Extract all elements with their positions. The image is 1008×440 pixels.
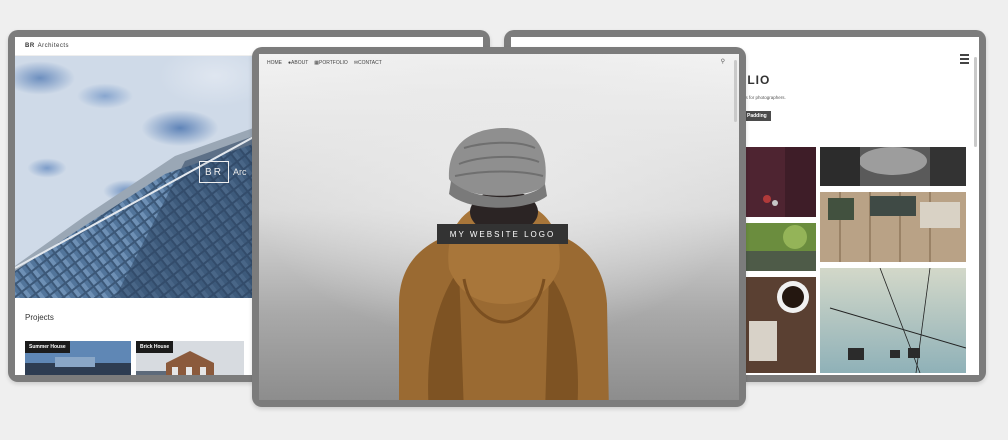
thumb-label: Brick House: [136, 341, 174, 353]
hero-logo-word: Arc: [233, 167, 247, 177]
nav-home[interactable]: HOME: [267, 60, 282, 66]
hero-logo-box: BR: [199, 161, 229, 183]
project-thumb-summer-house[interactable]: Summer House: [25, 341, 131, 375]
photo-foggy-forest: [820, 147, 966, 186]
photo-coffee-cup: [745, 277, 816, 373]
photo-tile-typewriter[interactable]: [820, 192, 966, 262]
nav-label: ABOUT: [291, 60, 309, 66]
nav-label: HOME: [267, 60, 282, 66]
nav-label: PORTFOLIO: [319, 60, 348, 66]
center-template-frame[interactable]: HOME ●ABOUT ▦PORTFOLIO ✉CONTACT ⚲ MY WEB…: [252, 47, 746, 407]
nav-portfolio[interactable]: ▦PORTFOLIO: [314, 60, 348, 66]
projects-heading: Projects: [25, 313, 54, 322]
hamburger-menu-icon[interactable]: [960, 54, 969, 66]
photo-tile-leaves[interactable]: [745, 223, 816, 271]
website-logo-box: MY WEBSITE LOGO: [437, 224, 568, 244]
photo-cable-car: [820, 268, 966, 373]
photo-typewriter-desk: [820, 192, 966, 262]
nav-label: CONTACT: [358, 60, 382, 66]
top-navigation: HOME ●ABOUT ▦PORTFOLIO ✉CONTACT: [267, 60, 382, 66]
photo-tile-coffee[interactable]: [745, 277, 816, 373]
photo-tile-cable-car[interactable]: [820, 268, 966, 373]
photographer-site-screen: HOME ●ABOUT ▦PORTFOLIO ✉CONTACT ⚲ MY WEB…: [259, 54, 739, 400]
photo-tile-burgundy[interactable]: [745, 147, 816, 217]
brand-short: BR: [25, 43, 35, 49]
photo-tile-foggy-forest[interactable]: [820, 147, 966, 186]
nav-contact[interactable]: ✉CONTACT: [354, 60, 382, 66]
photo-green-leaves: [745, 223, 816, 271]
scrollbar[interactable]: [974, 57, 977, 147]
photo-burgundy-table: [745, 147, 816, 217]
brand-name: Architects: [37, 43, 70, 49]
thumb-label: Summer House: [25, 341, 70, 353]
search-icon[interactable]: ⚲: [721, 58, 725, 65]
portfolio-subtitle: es for photographers.: [743, 95, 786, 100]
project-thumb-brick-house[interactable]: Brick House: [136, 341, 244, 375]
nav-about[interactable]: ●ABOUT: [288, 60, 308, 66]
padding-button[interactable]: Padding: [743, 111, 771, 121]
scrollbar[interactable]: [734, 60, 737, 122]
